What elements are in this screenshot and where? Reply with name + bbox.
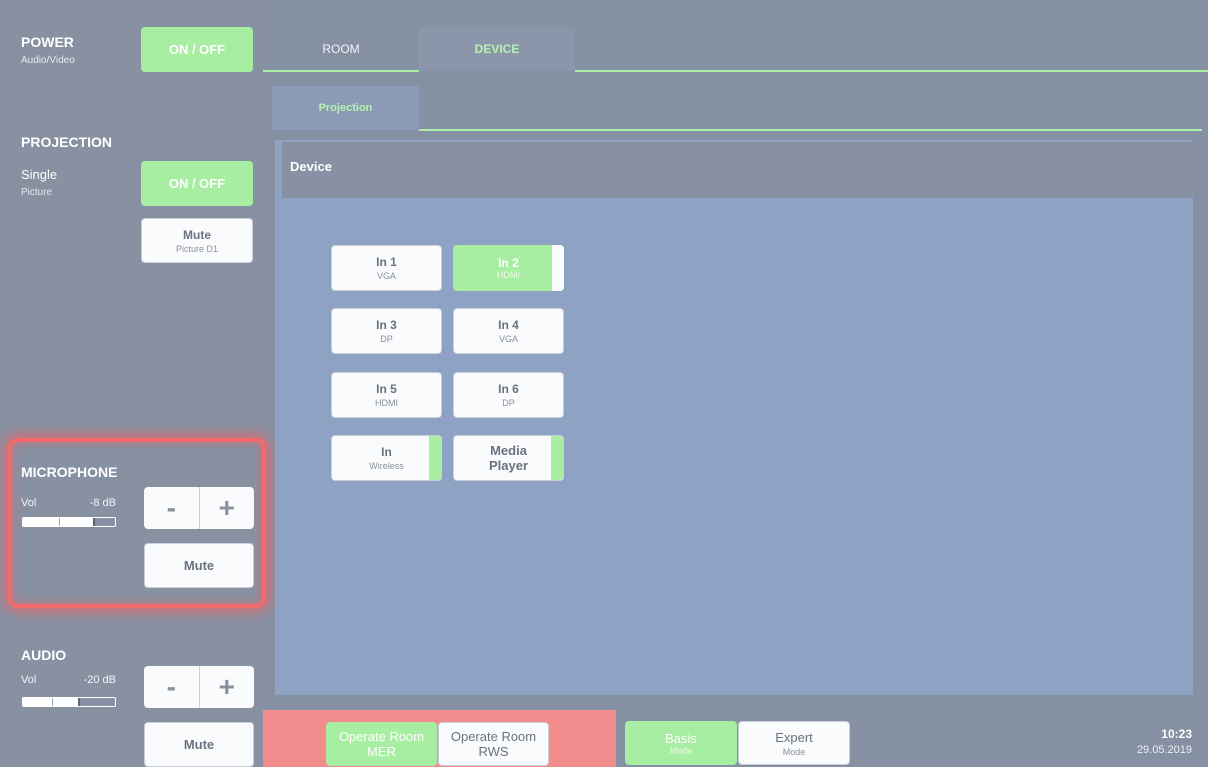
input-in5-sub: HDMI — [375, 398, 398, 408]
input-in1-button[interactable]: In 1 VGA — [331, 245, 442, 291]
volume-divider — [51, 698, 53, 706]
expert-mode-label: Expert — [775, 729, 813, 745]
input-media-player-status-edge — [551, 436, 563, 480]
projection-on-off-button[interactable]: ON / OFF — [141, 161, 253, 206]
input-media-player-button[interactable]: Media Player — [453, 435, 564, 481]
input-in3-sub: DP — [380, 334, 393, 344]
audio-vol-label: Vol — [21, 674, 37, 686]
power-on-off-button[interactable]: ON / OFF — [141, 27, 253, 72]
clock-time: 10:23 — [1161, 727, 1192, 741]
left-sidebar: POWER Audio/Video ON / OFF PROJECTION Si… — [0, 0, 263, 767]
input-in4-sub: VGA — [498, 334, 518, 344]
operate-room-mer-label: Operate Room MER — [338, 729, 425, 759]
volume-knob[interactable] — [78, 698, 81, 706]
audio-volume-down-button[interactable]: - — [144, 666, 199, 708]
expert-mode-sub: Mode — [782, 746, 806, 757]
mute-picture-sub: Picture D1 — [175, 243, 219, 254]
basis-mode-sub: Mode — [669, 745, 693, 756]
expert-mode-button[interactable]: Expert Mode — [738, 721, 850, 765]
basis-mode-button[interactable]: Basis Mode — [625, 721, 737, 765]
tab-projection[interactable]: Projection — [272, 86, 419, 130]
audio-vol-value: -20 dB — [83, 674, 116, 686]
device-panel-header: Device — [282, 142, 1193, 198]
audio-volume-up-button[interactable]: + — [198, 666, 255, 708]
input-wireless-sub: Wireless — [369, 461, 404, 471]
tab-underline-right — [575, 70, 1208, 72]
input-in3-label: In 3 — [376, 318, 397, 332]
input-media-player-label: Media Player — [488, 443, 529, 473]
input-in2-status-edge — [552, 245, 564, 291]
input-wireless-button[interactable]: In Wireless — [331, 435, 442, 481]
audio-volume-stepper: - + — [144, 666, 254, 708]
operate-room-rws-button[interactable]: Operate Room RWS — [438, 722, 549, 766]
input-in6-sub: DP — [502, 398, 515, 408]
microphone-highlight-box — [8, 438, 266, 608]
input-in1-label: In 1 — [376, 255, 397, 269]
subtab-underline — [419, 129, 1202, 131]
operate-room-mer-button[interactable]: Operate Room MER — [326, 722, 437, 766]
device-panel-title: Device — [290, 159, 332, 174]
input-in5-label: In 5 — [376, 382, 397, 396]
mute-picture-button[interactable]: Mute Picture D1 — [141, 218, 253, 263]
audio-mute-button[interactable]: Mute — [144, 722, 254, 767]
input-in6-label: In 6 — [498, 382, 519, 396]
clock-date: 29.05.2019 — [1136, 744, 1192, 756]
audio-title: AUDIO — [21, 647, 67, 663]
power-subtitle: Audio/Video — [21, 55, 75, 66]
input-in3-button[interactable]: In 3 DP — [331, 308, 442, 354]
basis-mode-label: Basis — [665, 730, 697, 746]
tab-room[interactable]: ROOM — [263, 27, 419, 71]
power-title: POWER — [21, 34, 74, 50]
input-in5-button[interactable]: In 5 HDMI — [331, 372, 442, 418]
input-in2-label: In 2 — [498, 256, 519, 270]
projection-title: PROJECTION — [21, 134, 113, 150]
input-in4-button[interactable]: In 4 VGA — [453, 308, 564, 354]
projection-mode: Single — [21, 167, 58, 182]
operate-room-rws-label: Operate Room RWS — [450, 729, 537, 759]
mute-picture-label: Mute — [183, 227, 211, 242]
input-in2-button[interactable]: In 2 HDMI — [453, 245, 564, 291]
audio-volume-slider[interactable] — [22, 697, 116, 707]
projection-mode-sub: Picture — [21, 187, 53, 198]
input-in2-sub: HDMI — [497, 270, 520, 280]
input-in4-label: In 4 — [498, 318, 519, 332]
input-wireless-label: In — [381, 445, 392, 459]
input-in6-button[interactable]: In 6 DP — [453, 372, 564, 418]
tab-underline-left — [263, 70, 419, 72]
tab-device[interactable]: DEVICE — [419, 27, 575, 71]
input-in1-sub: VGA — [376, 271, 396, 281]
input-wireless-status-edge — [429, 436, 441, 480]
